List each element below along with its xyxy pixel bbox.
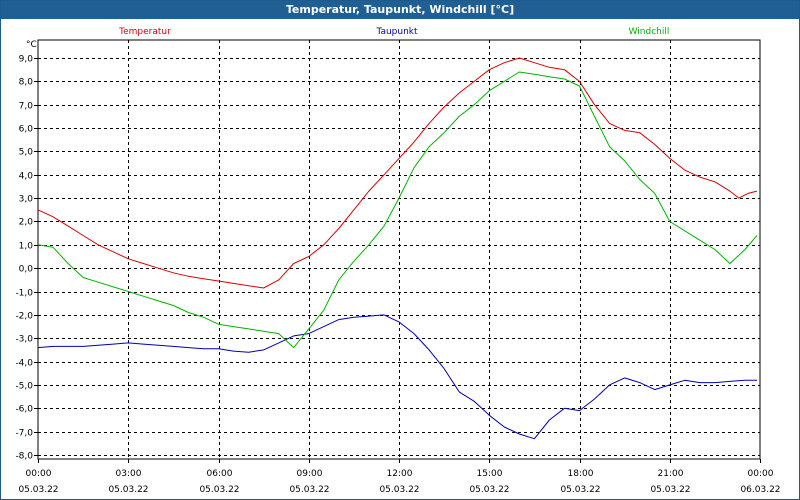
- y-axis-ticks: 9,0 8,0 7,0 6,0 5,0 4,0 3,0 2,0 1,0 0,0 -1,0 -2,0 -3…: [15, 55, 38, 462]
- legend-entry-windchill: Windchill: [629, 27, 670, 37]
- series-line-temperatur: [37, 57, 758, 289]
- y-tick-label: 8,0: [19, 78, 34, 88]
- x-tick-date: 05.03.22: [469, 485, 509, 495]
- y-tick-label: -6,0: [15, 405, 33, 415]
- x-tick-date: 05.03.22: [379, 485, 419, 495]
- y-tick-label: -2,0: [15, 312, 33, 322]
- series-line-taupunkt: [37, 314, 757, 440]
- y-tick-label: -5,0: [15, 382, 33, 392]
- legend-entry-temperatur: Temperatur: [118, 27, 171, 37]
- series-line-windchill: [37, 71, 758, 349]
- y-tick-label: 5,0: [19, 148, 34, 158]
- x-tick-date: 05.03.22: [650, 485, 690, 495]
- x-tick-time: 00:00: [748, 469, 774, 479]
- x-tick-time: 12:00: [387, 469, 413, 479]
- y-tick-label: 0,0: [19, 265, 34, 275]
- x-tick-date: 06.03.22: [740, 485, 780, 495]
- series-lines: [37, 57, 758, 440]
- y-tick-label: 3,0: [19, 195, 34, 205]
- y-tick-label: -4,0: [15, 359, 33, 369]
- x-tick-time: 09:00: [297, 469, 323, 479]
- y-tick-label: 2,0: [19, 218, 34, 228]
- legend-entry-taupunkt: Taupunkt: [375, 27, 418, 37]
- y-tick-label: -7,0: [15, 429, 33, 439]
- x-tick-date: 05.03.22: [108, 485, 148, 495]
- line-chart: °C 9,0 8,0 7,0 6,0 5,0 4,0 3,0 2,0 1,0 0,0 -1,0 -2,…: [15, 27, 781, 495]
- y-tick-label: 6,0: [19, 125, 34, 135]
- grid: [38, 40, 760, 459]
- x-tick-time: 21:00: [658, 469, 684, 479]
- y-tick-label: 7,0: [19, 102, 34, 112]
- y-tick-label: 1,0: [19, 242, 34, 252]
- x-tick-date: 05.03.22: [199, 485, 239, 495]
- x-tick-time: 00:00: [26, 469, 52, 479]
- y-tick-label: 4,0: [19, 172, 34, 182]
- y-tick-label: -3,0: [15, 335, 33, 345]
- x-tick-time: 06:00: [207, 469, 233, 479]
- x-tick-time: 15:00: [477, 469, 503, 479]
- y-tick-label: -1,0: [15, 289, 33, 299]
- x-tick-time: 18:00: [568, 469, 594, 479]
- y-tick-label: 9,0: [19, 55, 34, 65]
- x-tick-date: 05.03.22: [560, 485, 600, 495]
- y-tick-label: -8,0: [15, 452, 33, 462]
- x-tick-date: 05.03.22: [289, 485, 329, 495]
- y-axis-label: °C: [26, 40, 37, 50]
- x-axis-ticks: 00:00 05.03.22 03:00 05.03.22 06:00 05.03.22 0…: [18, 459, 781, 495]
- x-tick-time: 03:00: [116, 469, 142, 479]
- x-tick-date: 05.03.22: [18, 485, 58, 495]
- legend: Temperatur Taupunkt Windchill: [118, 27, 669, 37]
